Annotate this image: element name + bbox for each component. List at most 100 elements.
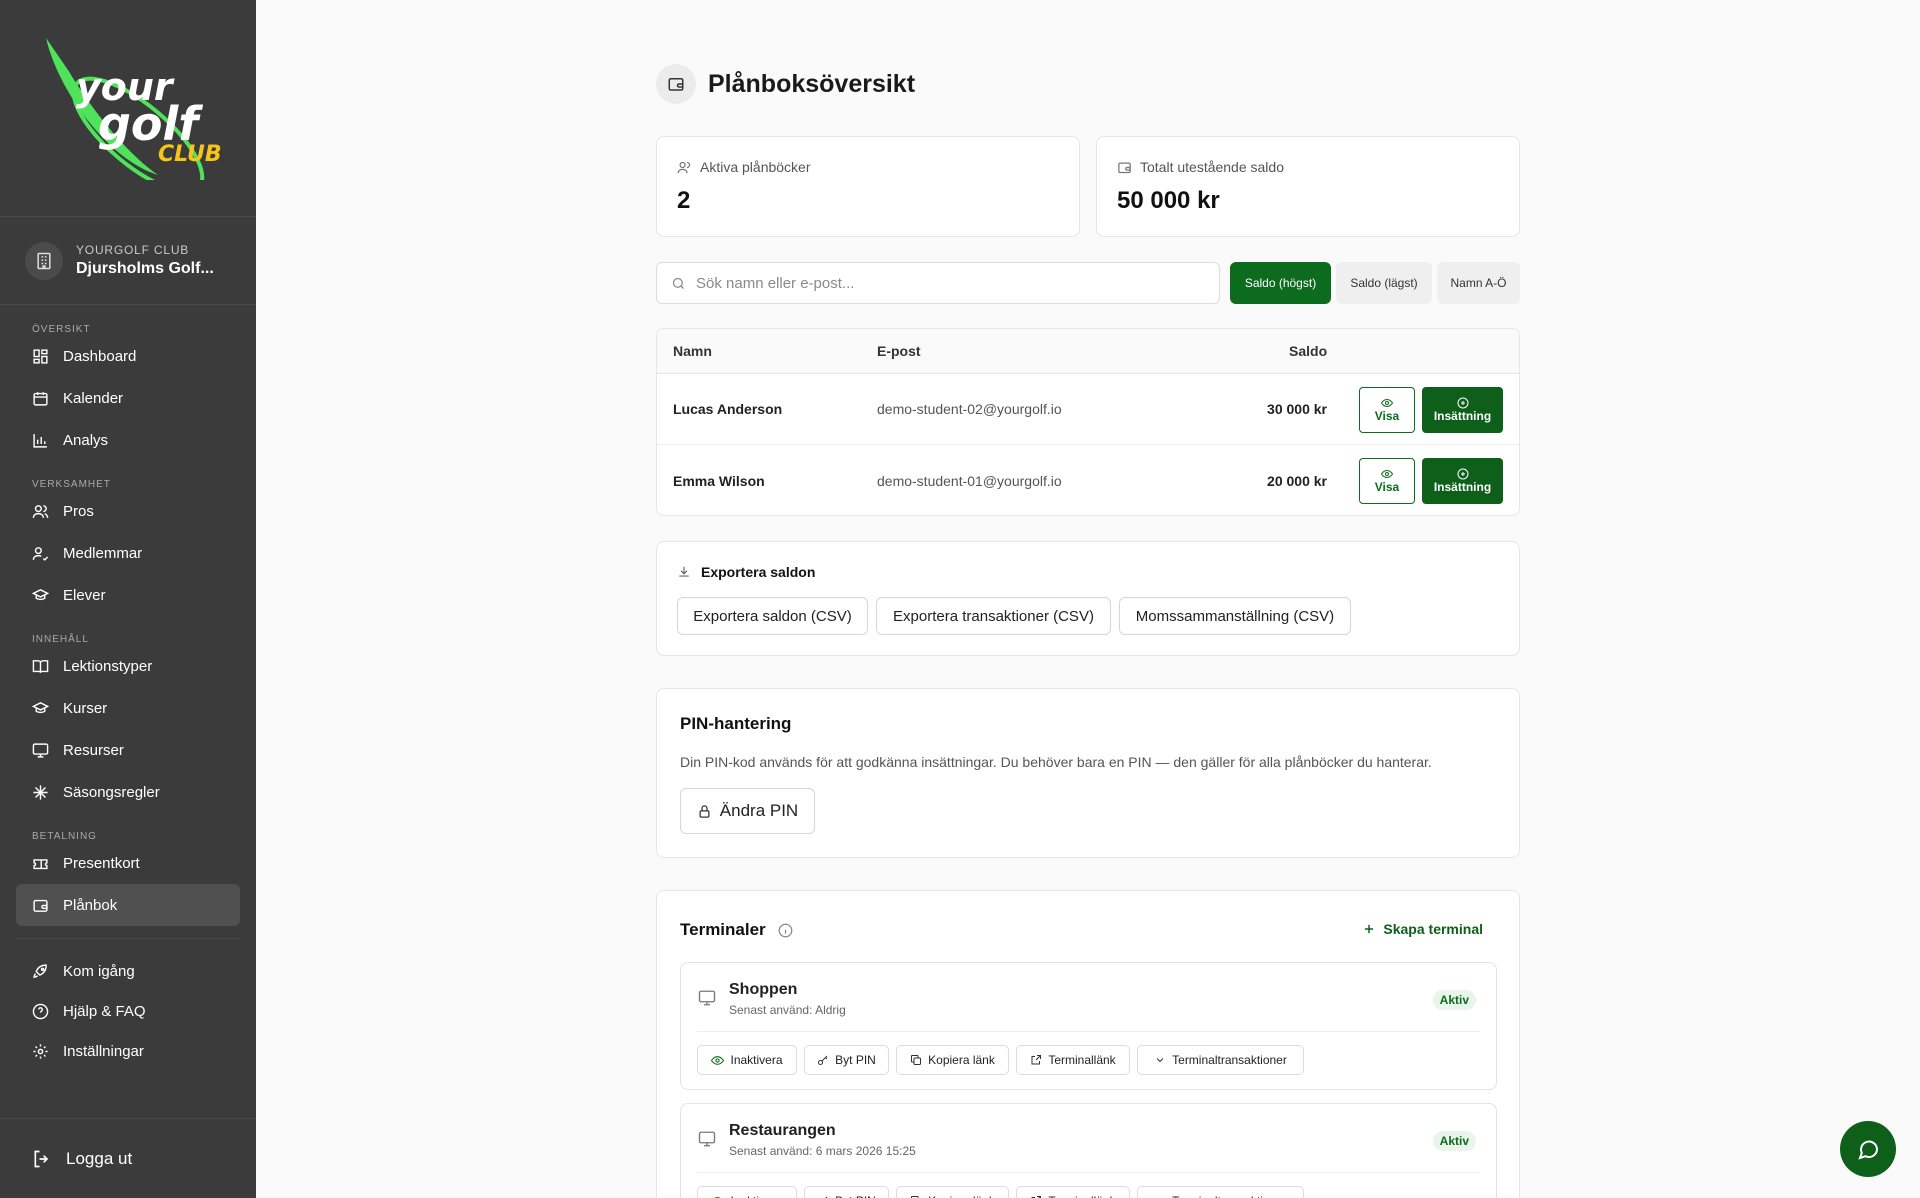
- pin-description: Din PIN-kod används för att godkänna ins…: [680, 754, 1432, 770]
- sort-balance-low-button[interactable]: Saldo (lägst): [1336, 262, 1432, 304]
- sidebar-item-students[interactable]: Elever: [16, 574, 240, 616]
- column-header-balance[interactable]: Saldo: [1289, 329, 1327, 373]
- sidebar-item-label: Analys: [63, 431, 109, 449]
- sidebar-item-label: Kom igång: [63, 962, 135, 980]
- terminal-info: Shoppen Senast använd: Aldrig: [729, 981, 846, 1017]
- view-button[interactable]: Visa: [1359, 458, 1415, 504]
- graduation-cap-icon: [32, 588, 49, 600]
- book-open-icon: [32, 659, 49, 673]
- deactivate-label: Inaktivera: [730, 1053, 783, 1067]
- export-balances-button[interactable]: Exportera saldon (CSV): [677, 597, 868, 635]
- monitor-icon: [698, 1131, 716, 1147]
- logout-label: Logga ut: [66, 1148, 133, 1168]
- deactivate-button[interactable]: Inaktivera: [697, 1186, 797, 1198]
- section-content: INNEHÅLL: [32, 634, 89, 645]
- create-terminal-label: Skapa terminal: [1383, 921, 1483, 937]
- logout-button[interactable]: Logga ut: [0, 1118, 256, 1198]
- copy-link-button[interactable]: Kopiera länk: [896, 1045, 1009, 1075]
- copy-link-button[interactable]: Kopiera länk: [896, 1186, 1009, 1198]
- svg-text:CLUB: CLUB: [158, 142, 222, 167]
- stat-value: 2: [677, 187, 691, 214]
- stat-label-text: Totalt utestående saldo: [1140, 159, 1284, 175]
- sort-name-button[interactable]: Namn A-Ö: [1437, 262, 1520, 304]
- club-label: YOURGOLF CLUB: [76, 243, 190, 257]
- sidebar-item-label: Pros: [63, 502, 94, 520]
- graduation-cap-icon: [32, 701, 49, 713]
- terminal-item: Shoppen Senast använd: Aldrig Aktiv Inak…: [680, 962, 1497, 1090]
- plus-icon: [1365, 924, 1374, 934]
- terminal-last-used: Senast använd: 6 mars 2026 15:25: [729, 1144, 916, 1158]
- sidebar-item-label: Kalender: [63, 389, 124, 407]
- yourgolf-logo[interactable]: your golf CLUB: [38, 30, 228, 180]
- terminal-transactions-button[interactable]: Terminaltransaktioner: [1137, 1045, 1304, 1075]
- sidebar-item-members[interactable]: Medlemmar: [16, 532, 240, 574]
- sidebar-item-courses[interactable]: Kurser: [16, 687, 240, 729]
- create-terminal-button[interactable]: Skapa terminal: [1362, 921, 1483, 937]
- external-link-icon: [1031, 1055, 1042, 1065]
- sidebar-item-get-started[interactable]: Kom igång: [16, 951, 240, 991]
- chat-button[interactable]: [1840, 1121, 1896, 1177]
- sidebar-item-resources[interactable]: Resurser: [16, 729, 240, 771]
- sidebar-item-label: Medlemmar: [63, 544, 143, 562]
- sidebar-item-calendar[interactable]: Kalender: [16, 377, 240, 419]
- sidebar-item-label: Plånbok: [63, 896, 118, 914]
- deposit-button[interactable]: Insättning: [1422, 458, 1503, 504]
- sidebar-item-lesson-types[interactable]: Lektionstyper: [16, 645, 240, 687]
- page-header: Plånboksöversikt: [656, 64, 915, 104]
- stat-label-text: Aktiva plånböcker: [700, 159, 811, 175]
- search-box[interactable]: [656, 262, 1220, 304]
- table-header: Namn E-post Saldo: [657, 329, 1519, 374]
- stat-card-total-balance: Totalt utestående saldo 50 000 kr: [1096, 136, 1520, 237]
- sidebar-item-analysis[interactable]: Analys: [16, 419, 240, 461]
- change-pin-terminal-button[interactable]: Byt PIN: [804, 1186, 889, 1198]
- terminal-transactions-button[interactable]: Terminaltransaktioner: [1137, 1186, 1304, 1198]
- table-row: Lucas Anderson demo-student-02@yourgolf.…: [657, 374, 1519, 445]
- sidebar-item-settings[interactable]: Inställningar: [16, 1031, 240, 1071]
- section-overview: ÖVERSIKT: [32, 324, 91, 335]
- change-pin-terminal-button[interactable]: Byt PIN: [804, 1045, 889, 1075]
- help-circle-icon: [32, 1003, 49, 1019]
- sidebar-item-pros[interactable]: Pros: [16, 490, 240, 532]
- sidebar-item-gift-cards[interactable]: Presentkort: [16, 842, 240, 884]
- view-button[interactable]: Visa: [1359, 387, 1415, 433]
- eye-off-icon: [711, 1055, 725, 1065]
- terminal-link-button[interactable]: Terminallänk: [1016, 1045, 1130, 1075]
- sidebar-item-label: Dashboard: [63, 347, 137, 365]
- monitor-icon: [698, 990, 716, 1006]
- stat-label: Aktiva plånböcker: [677, 159, 1059, 175]
- sidebar-item-label: Elever: [63, 586, 106, 604]
- wallet-icon: [656, 64, 696, 104]
- change-pin-button[interactable]: Ändra PIN: [680, 788, 815, 834]
- sidebar-divider: [16, 938, 240, 939]
- terminals-title: Terminaler: [680, 920, 766, 939]
- terminal-item: Restaurangen Senast använd: 6 mars 2026 …: [680, 1103, 1497, 1198]
- pin-card: PIN-hantering Din PIN-kod används för at…: [656, 688, 1520, 858]
- users-icon: [677, 161, 691, 173]
- deposit-button[interactable]: Insättning: [1422, 387, 1503, 433]
- snowflake-icon: [33, 784, 48, 800]
- club-name: Djursholms Golf...: [76, 260, 214, 277]
- terminal-link-button[interactable]: Terminallänk: [1016, 1186, 1130, 1198]
- sort-balance-high-button[interactable]: Saldo (högst): [1230, 262, 1331, 304]
- deactivate-button[interactable]: Inaktivera: [697, 1045, 797, 1075]
- club-switcher[interactable]: YOURGOLF CLUB Djursholms Golf...: [0, 217, 256, 305]
- export-transactions-button[interactable]: Exportera transaktioner (CSV): [876, 597, 1111, 635]
- sidebar-item-wallet[interactable]: Plånbok: [16, 884, 240, 926]
- terminal-transactions-label: Terminaltransaktioner: [1172, 1194, 1287, 1198]
- search-input[interactable]: [696, 274, 1196, 292]
- stat-card-active-wallets: Aktiva plånböcker 2: [656, 136, 1080, 237]
- logo-area: your golf CLUB: [0, 0, 256, 217]
- status-badge: Aktiv: [1432, 1131, 1476, 1151]
- info-icon[interactable]: [778, 923, 793, 938]
- sidebar-item-dashboard[interactable]: Dashboard: [16, 335, 240, 377]
- terminal-link-label: Terminallänk: [1048, 1194, 1115, 1198]
- column-header-email[interactable]: E-post: [877, 329, 921, 373]
- view-label: Visa: [1374, 409, 1400, 423]
- wallet-icon: [1118, 162, 1131, 173]
- sidebar-item-help[interactable]: Hjälp & FAQ: [16, 991, 240, 1031]
- divider: [697, 1031, 1480, 1032]
- column-header-name[interactable]: Namn: [673, 329, 712, 373]
- sidebar-item-season-rules[interactable]: Säsongsregler: [16, 771, 240, 813]
- download-icon: [679, 566, 689, 577]
- export-vat-button[interactable]: Momssammanställning (CSV): [1119, 597, 1351, 635]
